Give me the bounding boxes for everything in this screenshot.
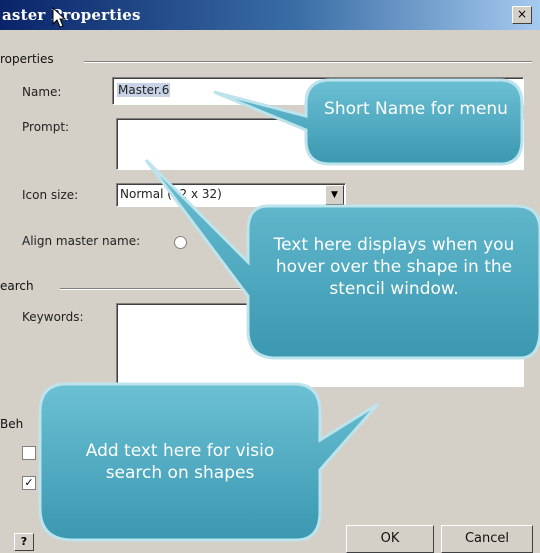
master-properties-dialog: aster Properties × roperties Name: Maste… <box>0 0 540 553</box>
callout-name-shape <box>213 78 524 166</box>
callout-name-text: Short Name for menu <box>324 99 508 119</box>
callout-keywords-text: Add text here for visio search on shapes <box>85 441 275 483</box>
callout-prompt-text: Text here displays when you hover over t… <box>273 235 515 299</box>
